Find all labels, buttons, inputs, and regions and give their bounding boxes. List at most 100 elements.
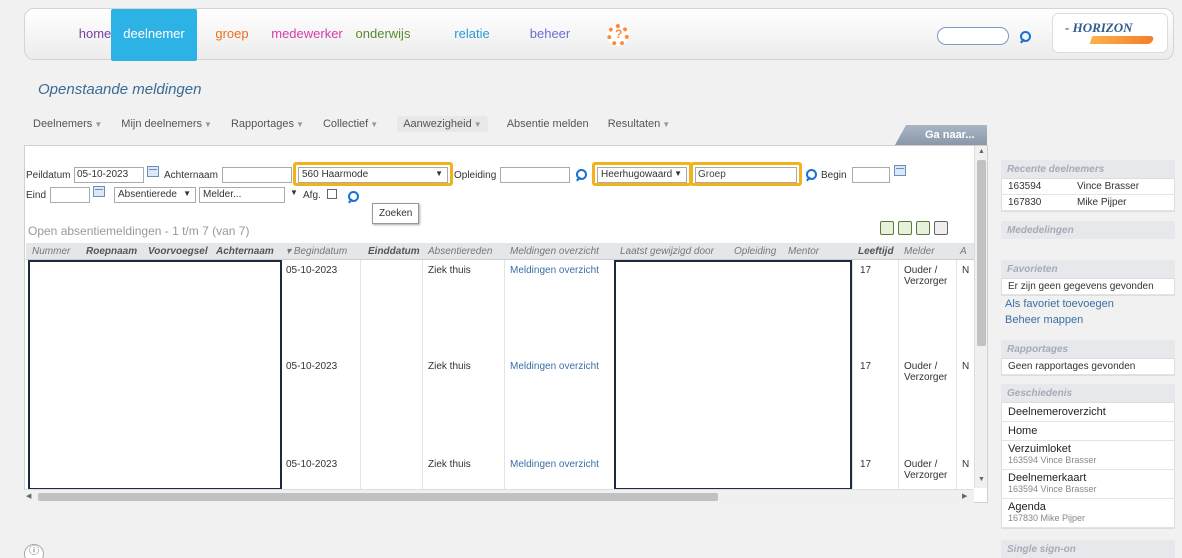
calendar-icon[interactable] (93, 186, 105, 197)
horizontal-scrollbar[interactable]: ◀ ▶ (24, 489, 974, 503)
scroll-left-icon[interactable]: ◀ (26, 492, 31, 500)
column-divider (360, 260, 361, 489)
history-item[interactable]: Deelnemerkaart 163594 Vince Brasser (1002, 470, 1174, 499)
col-nummer[interactable]: Nummer (32, 246, 70, 257)
nav-onderwijs[interactable]: onderwijs (349, 9, 417, 61)
recent-nummer: 167830 (1008, 197, 1042, 208)
history-item[interactable]: Home (1002, 422, 1174, 441)
global-search-input[interactable] (937, 27, 1009, 45)
sso-header: Single sign-on (1001, 540, 1175, 558)
row3-reden: Ziek thuis (428, 459, 471, 470)
history-label: Deelnemeroverzicht (1008, 406, 1106, 418)
export-pdf-icon[interactable] (898, 221, 912, 235)
afg-label: Afg. (303, 190, 321, 201)
nav-deelnemer[interactable]: deelnemer (111, 9, 197, 61)
export-csv-icon[interactable] (880, 221, 894, 235)
redacted-names-block (28, 260, 282, 489)
subnav-deelnemers[interactable]: Deelnemers ▼ (33, 118, 102, 130)
col-einddatum[interactable]: Einddatum (368, 246, 420, 257)
search-button-icon[interactable] (347, 191, 359, 203)
vestiging-select[interactable]: Heerhugowaard ▼ (597, 167, 687, 183)
eind-field[interactable] (50, 187, 90, 203)
nav-groep[interactable]: groep (205, 9, 259, 61)
col-mentor[interactable]: Mentor (788, 246, 819, 257)
calendar-icon[interactable] (147, 166, 159, 177)
row2-leeftijd: 17 (860, 361, 872, 372)
recent-item[interactable]: 163594 Vince Brasser (1002, 179, 1174, 195)
horizontal-scroll-thumb[interactable] (38, 493, 718, 501)
scroll-up-icon[interactable]: ▲ (978, 148, 985, 155)
locatie-select[interactable]: 560 Haarmode ▼ (298, 167, 448, 183)
achternaam-field[interactable] (222, 167, 292, 183)
recent-item[interactable]: 167830 Mike Pijper (1002, 195, 1174, 211)
nav-beheer[interactable]: beheer (519, 9, 581, 61)
scroll-right-icon[interactable]: ▶ (962, 492, 967, 500)
sidebar-favorieten: Favorieten Er zijn geen gegevens gevonde… (1001, 260, 1175, 328)
manage-folders-link[interactable]: Beheer mappen (1001, 312, 1175, 328)
row3-overzicht-link[interactable]: Meldingen overzicht (510, 459, 599, 470)
search-icon[interactable] (805, 169, 817, 181)
subnav-mijn-deelnemers[interactable]: Mijn deelnemers ▼ (121, 118, 212, 130)
row1-overzicht-link[interactable]: Meldingen overzicht (510, 265, 599, 276)
col-opleiding[interactable]: Opleiding (734, 246, 776, 257)
col-meldingen-overzicht[interactable]: Meldingen overzicht (510, 246, 599, 257)
search-icon[interactable] (1019, 31, 1031, 43)
print-icon[interactable] (934, 221, 948, 235)
chevron-down-icon: ▼ (290, 188, 298, 197)
goto-tab[interactable]: Ga naar... (895, 125, 987, 145)
col-leeftijd[interactable]: Leeftijd (858, 246, 894, 257)
help-lifebuoy-icon[interactable] (607, 24, 629, 46)
col-absentiereden[interactable]: Absentiereden (428, 246, 493, 257)
add-favorite-link[interactable]: Als favoriet toevoegen (1001, 296, 1175, 312)
subnav-resultaten[interactable]: Resultaten ▼ (608, 118, 671, 130)
subnav-aanwezigheid[interactable]: Aanwezigheid ▼ (397, 116, 488, 132)
subnav-collectief[interactable]: Collectief ▼ (323, 118, 378, 130)
absentiereden-value: Absentierede (118, 189, 177, 200)
history-label: Home (1008, 425, 1038, 437)
export-excel-icon[interactable] (916, 221, 930, 235)
nav-relatie[interactable]: relatie (445, 9, 499, 61)
subnav-absentie-melden[interactable]: Absentie melden (507, 118, 589, 130)
absentiereden-select[interactable]: Absentierede ▼ (114, 187, 196, 203)
info-icon[interactable]: ⓘ (24, 544, 44, 558)
peildatum-field[interactable]: 05-10-2023 (74, 167, 144, 183)
col-melder[interactable]: Melder (904, 246, 935, 257)
subnav-rapportages[interactable]: Rapportages ▼ (231, 118, 304, 130)
vertical-scroll-thumb[interactable] (977, 160, 986, 346)
sidebar-geschiedenis: Geschiedenis Deelnemeroverzicht Home Ver… (1001, 384, 1175, 529)
scroll-down-icon[interactable]: ▼ (978, 476, 985, 483)
history-item[interactable]: Verzuimloket 163594 Vince Brasser (1002, 441, 1174, 470)
chevron-down-icon: ▼ (94, 120, 103, 129)
chevron-down-icon: ▼ (295, 120, 304, 129)
history-label: Agenda (1008, 501, 1046, 513)
calendar-icon[interactable] (894, 165, 906, 176)
subnav-label: Aanwezigheid (403, 118, 472, 130)
row2-overzicht-link[interactable]: Meldingen overzicht (510, 361, 599, 372)
afg-checkbox[interactable] (327, 189, 337, 199)
vertical-scrollbar[interactable]: ▲ ▼ (974, 146, 987, 488)
recent-naam: Vince Brasser (1077, 181, 1140, 192)
col-begindatum[interactable]: ▾ Begindatum (286, 246, 347, 257)
chevron-down-icon: ▼ (435, 169, 443, 178)
groep-field[interactable]: Groep (695, 167, 797, 183)
subnav-label: Collectief (322, 118, 369, 130)
row1-a: N (962, 265, 970, 276)
search-icon[interactable] (575, 169, 587, 181)
row1-melder: Ouder / Verzorger (904, 265, 948, 287)
col-roepnaam[interactable]: Roepnaam (86, 246, 137, 257)
rapportages-header: Rapportages (1001, 340, 1175, 358)
sub-navigation: Deelnemers ▼ Mijn deelnemers ▼ Rapportages… (33, 116, 686, 132)
nav-medewerker[interactable]: medewerker (269, 9, 345, 61)
col-a[interactable]: A (960, 246, 967, 257)
col-voorvoegsel[interactable]: Voorvoegsel (148, 246, 208, 257)
recent-nummer: 163594 (1008, 181, 1042, 192)
col-achternaam[interactable]: Achternaam (216, 246, 274, 257)
history-item[interactable]: Deelnemeroverzicht (1002, 403, 1174, 422)
chevron-down-icon: ▼ (674, 169, 682, 178)
geschiedenis-header: Geschiedenis (1001, 384, 1175, 402)
melder-select[interactable]: Melder... (199, 187, 285, 203)
col-laatst-gewijzigd[interactable]: Laatst gewijzigd door (620, 246, 714, 257)
begin-field[interactable] (852, 167, 890, 183)
opleiding-field[interactable] (500, 167, 570, 183)
history-item[interactable]: Agenda 167830 Mike Pijper (1002, 499, 1174, 528)
